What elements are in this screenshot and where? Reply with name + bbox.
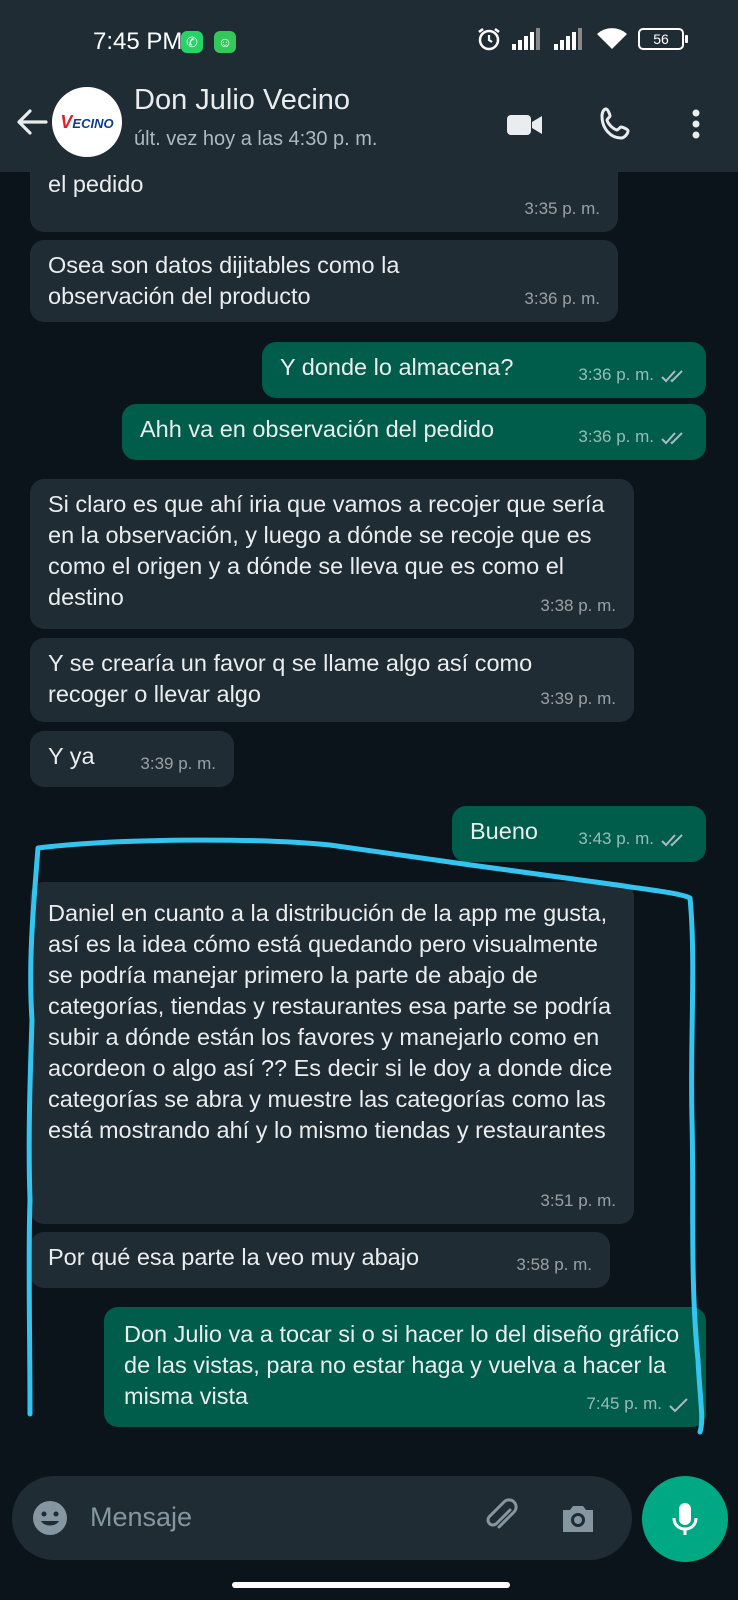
camera-icon[interactable]: [558, 1498, 598, 1538]
message-meta: 3:36 p. m.: [578, 359, 690, 390]
alarm-icon: [478, 28, 500, 51]
status-time: 7:45 PM: [93, 28, 183, 55]
chat-header: VECINO Don Julio Vecino últ. vez hoy a l…: [0, 84, 738, 172]
message-time: 3:39 p. m.: [140, 754, 216, 773]
message-time: 3:36 p. m.: [524, 289, 600, 308]
contact-last-seen: últ. vez hoy a las 4:30 p. m.: [134, 128, 378, 150]
message-time: 3:36 p. m.: [578, 365, 654, 384]
android-icon: ☺: [214, 31, 236, 53]
message-incoming[interactable]: Por qué esa parte la veo muy abajo 3:58 …: [30, 1232, 610, 1288]
message-time: 3:35 p. m.: [524, 199, 600, 218]
video-call-icon[interactable]: [505, 104, 545, 144]
message-text: Ahh va en observación del pedido: [140, 416, 495, 442]
message-time: 3:38 p. m.: [540, 596, 616, 615]
message-text: Y donde lo almacena?: [280, 354, 514, 380]
avatar-logo-mark: V: [60, 111, 73, 132]
message-input[interactable]: Mensaje: [90, 1502, 192, 1533]
microphone-icon: [672, 1503, 698, 1535]
message-text: Osea son datos dijitables como la observ…: [48, 252, 400, 309]
more-options-icon[interactable]: [676, 104, 716, 144]
message-text: Bueno: [470, 818, 538, 844]
avatar-logo: VECINO: [60, 112, 113, 133]
read-ticks-icon: [661, 833, 683, 846]
message-time: 3:39 p. m.: [540, 689, 616, 708]
message-time: 3:51 p. m.: [540, 1191, 616, 1210]
avatar[interactable]: VECINO: [52, 87, 122, 157]
wifi-icon: [597, 28, 627, 49]
back-arrow-icon[interactable]: [14, 104, 50, 140]
chat-messages[interactable]: dato de origen y destino iria es cuando …: [0, 172, 738, 1472]
message-outgoing[interactable]: Bueno 3:43 p. m.: [452, 806, 706, 862]
voice-call-icon[interactable]: [596, 104, 636, 144]
message-incoming[interactable]: Y ya 3:39 p. m.: [30, 731, 234, 787]
message-incoming[interactable]: Y se crearía un favor q se llame algo as…: [30, 638, 634, 722]
attach-icon[interactable]: [480, 1496, 522, 1538]
message-composer[interactable]: Mensaje: [12, 1476, 632, 1560]
message-incoming[interactable]: Daniel en cuanto a la distribución de la…: [30, 882, 634, 1224]
avatar-logo-text: ECINO: [72, 115, 114, 131]
voice-message-button[interactable]: [642, 1476, 728, 1562]
message-text: Si claro es que ahí iria que vamos a rec…: [48, 491, 605, 610]
message-meta: 7:45 p. m.: [586, 1388, 690, 1419]
message-meta: 3:43 p. m.: [578, 823, 690, 854]
battery-level: 56: [653, 31, 669, 47]
signal-icon: [512, 28, 540, 50]
message-time: 3:43 p. m.: [578, 829, 654, 848]
read-ticks-icon: [661, 369, 683, 382]
whatsapp-icon: ✆: [181, 31, 203, 53]
message-time: 3:36 p. m.: [578, 427, 654, 446]
message-text: Y ya: [48, 743, 95, 769]
message-time: 3:58 p. m.: [516, 1255, 592, 1274]
message-time: 7:45 p. m.: [586, 1394, 662, 1413]
message-text: Daniel en cuanto a la distribución de la…: [48, 900, 613, 1143]
message-incoming[interactable]: Osea son datos dijitables como la observ…: [30, 240, 618, 322]
message-incoming[interactable]: dato de origen y destino iria es cuando …: [30, 172, 618, 232]
message-outgoing[interactable]: Ahh va en observación del pedido 3:36 p.…: [122, 404, 706, 460]
message-meta: 3:36 p. m.: [578, 421, 690, 452]
status-icons: 56: [476, 26, 688, 52]
read-ticks-icon: [661, 431, 683, 444]
message-text: Y se crearía un favor q se llame algo as…: [48, 650, 533, 707]
message-incoming[interactable]: Si claro es que ahí iria que vamos a rec…: [30, 479, 634, 629]
signal-icon: [554, 28, 582, 50]
message-outgoing[interactable]: Don Julio va a tocar si o si hacer lo de…: [104, 1307, 706, 1427]
contact-name[interactable]: Don Julio Vecino: [134, 84, 350, 117]
sent-tick-icon: [669, 1397, 688, 1412]
message-text: Por qué esa parte la veo muy abajo: [48, 1244, 420, 1270]
emoji-icon[interactable]: [30, 1498, 70, 1538]
message-text: dato de origen y destino iria es cuando …: [48, 172, 144, 197]
message-outgoing[interactable]: Y donde lo almacena? 3:36 p. m.: [262, 342, 706, 398]
battery-icon: 56: [638, 28, 688, 50]
home-indicator[interactable]: [232, 1582, 510, 1588]
status-bar: 7:45 PM ✆ ☺ 56: [0, 0, 738, 84]
